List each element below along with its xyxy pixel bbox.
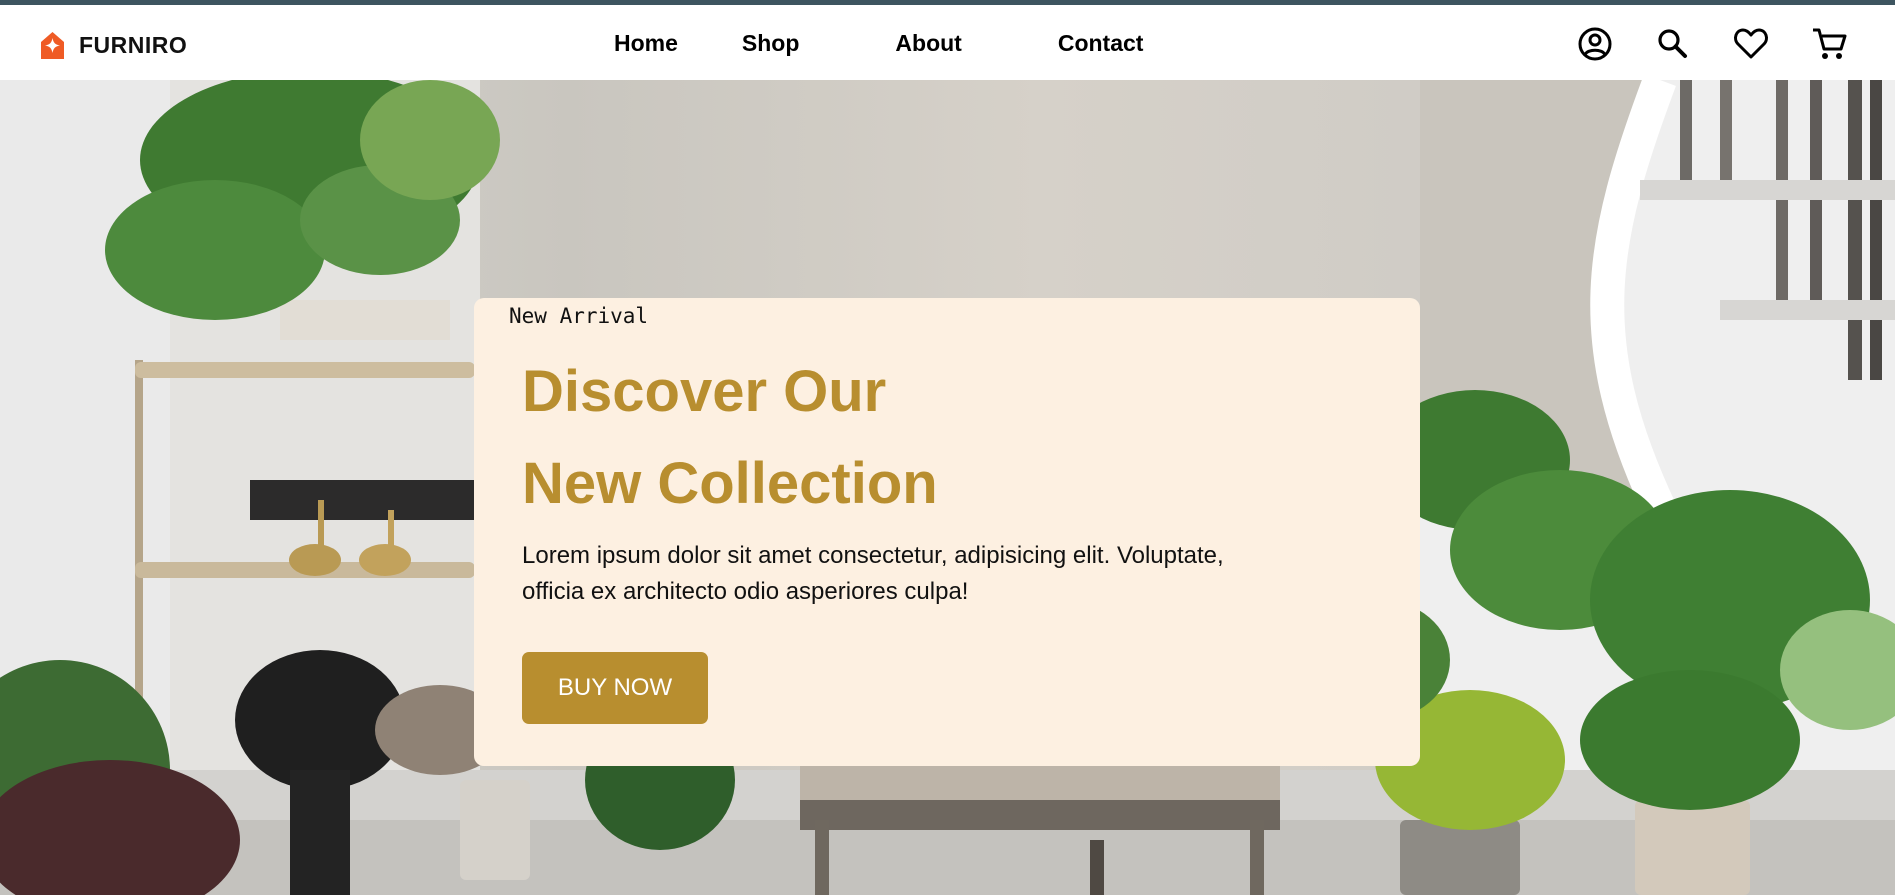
promo-card: New Arrival Discover Our New Collection … [474,298,1420,766]
navbar: FURNIRO Home Shop About Contact [0,5,1895,80]
nav-home-link[interactable]: Home [614,30,678,57]
heart-icon[interactable] [1732,25,1770,63]
furniro-logo-icon [41,32,64,59]
header-actions [1576,25,1848,63]
headline-line-1: Discover Our [522,359,887,424]
brand-name: FURNIRO [79,32,188,58]
hero-banner: New Arrival Discover Our New Collection … [0,80,1895,895]
eyebrow-label: New Arrival [509,304,649,328]
hero-headline: Discover Our New Collection [522,346,938,530]
buy-now-button[interactable]: BUY NOW [522,652,708,724]
headline-line-2: New Collection [522,451,938,516]
main-nav: Home Shop About Contact [614,30,1143,57]
nav-about-link[interactable]: About [895,30,961,57]
account-icon[interactable] [1576,25,1614,63]
search-icon[interactable] [1654,25,1692,63]
hero-description: Lorem ipsum dolor sit amet consectetur, … [522,542,1224,605]
nav-contact-link[interactable]: Contact [1058,30,1144,57]
nav-shop-link[interactable]: Shop [742,30,800,57]
cart-icon[interactable] [1810,25,1848,63]
brand[interactable]: FURNIRO [36,29,187,62]
